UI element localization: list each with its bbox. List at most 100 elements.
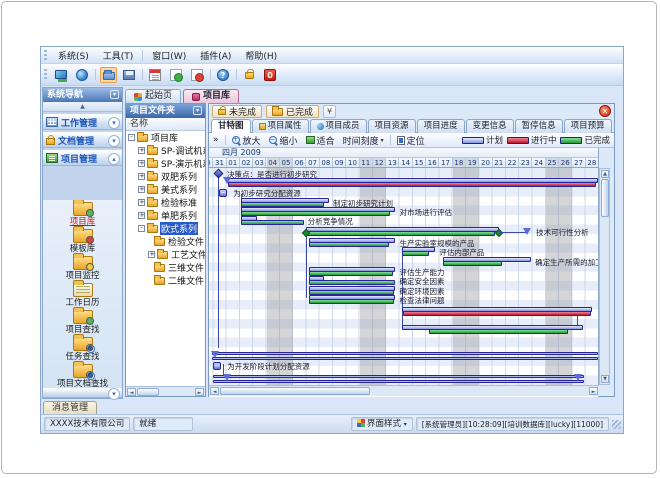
phase-bar[interactable] xyxy=(212,352,598,355)
task-node[interactable]: − xyxy=(213,362,221,370)
scroll-thumb[interactable] xyxy=(137,388,159,396)
gantt-tool-4[interactable]: 定位 xyxy=(393,134,429,147)
scroll-right-arrow[interactable]: ► xyxy=(589,387,598,395)
pin-icon[interactable]: ▾ xyxy=(110,90,119,99)
tree-node-6[interactable]: +单肥系列 xyxy=(126,209,205,222)
folder-open-icon[interactable] xyxy=(100,67,117,83)
sidebar-group-0[interactable]: 工作管理▾ xyxy=(43,114,122,130)
sidebar-item-5[interactable]: 任务查找 xyxy=(43,337,122,362)
menu-item-2[interactable]: 窗口(W) xyxy=(145,47,193,64)
doc-tab-0[interactable]: 起始页 xyxy=(125,89,181,103)
progress-bar[interactable] xyxy=(309,280,395,285)
menu-item-3[interactable]: 插件(A) xyxy=(193,47,238,64)
progress-bar[interactable] xyxy=(429,329,569,334)
tree-node-9[interactable]: +工艺文件 xyxy=(126,248,205,261)
tree-node-0[interactable]: -项目库 xyxy=(126,131,205,144)
tree-hscrollbar[interactable]: ◄ ► xyxy=(126,386,205,396)
gantt-vscrollbar[interactable]: ▲ ▼ xyxy=(599,168,610,385)
chevron-icon[interactable]: ▴ xyxy=(108,153,120,165)
detail-tab-1[interactable]: 项目属性 xyxy=(252,119,309,133)
phase-bar[interactable] xyxy=(212,357,598,360)
power-icon[interactable]: 0 xyxy=(262,67,279,83)
phase-bar[interactable] xyxy=(213,380,584,383)
scroll-left-arrow[interactable]: ◄ xyxy=(210,387,219,395)
monitor-icon[interactable] xyxy=(53,67,70,83)
tree-node-11[interactable]: 二维文件 xyxy=(126,274,205,287)
chevron-icon[interactable]: ▾ xyxy=(108,117,120,129)
window-new-icon[interactable] xyxy=(168,67,185,83)
sidebar-item-6[interactable]: 项目文档查找 xyxy=(43,364,122,389)
scroll-thumb[interactable] xyxy=(601,179,609,217)
collapse-icon[interactable]: - xyxy=(138,225,145,232)
sidebar-scroll-up[interactable]: ▲ xyxy=(43,102,122,112)
sidebar-item-4[interactable]: 项目查找 xyxy=(43,310,122,335)
sidebar-item-3[interactable]: 工作日历 xyxy=(43,283,122,308)
save-icon[interactable] xyxy=(121,67,138,83)
resize-grip[interactable] xyxy=(612,420,621,429)
tree-node-8[interactable]: 检验文件 xyxy=(126,235,205,248)
menu-item-0[interactable]: 系统(S) xyxy=(51,47,96,64)
expand-icon[interactable]: + xyxy=(138,173,145,180)
scroll-down-arrow[interactable]: ▼ xyxy=(601,375,609,383)
detail-tab-0[interactable]: 甘特图 xyxy=(211,119,251,133)
tree-node-10[interactable]: 三维文件 xyxy=(126,261,205,274)
task-node[interactable]: − xyxy=(219,189,227,197)
tree-column-header[interactable]: 名称 xyxy=(126,118,205,131)
gantt-hscrollbar[interactable]: ◄ ► xyxy=(209,385,599,396)
collapse-icon[interactable]: - xyxy=(128,134,135,141)
detail-tab-3[interactable]: 项目资源 xyxy=(368,119,416,133)
menu-item-1[interactable]: 工具(T) xyxy=(96,47,141,64)
expand-icon[interactable]: + xyxy=(138,199,145,206)
summary-inprogress-bar[interactable] xyxy=(228,182,596,187)
sidebar-item-2[interactable]: 项目监控 xyxy=(43,256,122,281)
menu-item-4[interactable]: 帮助(H) xyxy=(238,47,284,64)
progress-bar[interactable] xyxy=(241,211,390,216)
tree-node-2[interactable]: +SP-演示机系 xyxy=(126,157,205,170)
detail-tab-4[interactable]: 项目进度 xyxy=(417,119,465,133)
sidebar-group-collapsed[interactable]: ▾ xyxy=(43,388,122,398)
gantt-tool-3[interactable]: 时间刻度▾ xyxy=(339,134,388,147)
sidebar-item-0[interactable]: 项目库 xyxy=(43,202,122,227)
interface-style-button[interactable]: 界面样式 ▾ xyxy=(351,417,413,431)
progress-bar[interactable] xyxy=(402,251,429,256)
progress-bar[interactable] xyxy=(241,202,323,207)
scroll-left-arrow[interactable]: ◄ xyxy=(127,388,136,396)
sidebar-group-2[interactable]: 项目管理▴ xyxy=(43,150,122,166)
scroll-thumb[interactable] xyxy=(220,387,370,395)
message-management-tab[interactable]: 消息管理 xyxy=(43,401,97,414)
progress-bar[interactable] xyxy=(443,261,502,266)
more-filters-button[interactable]: ¥ xyxy=(323,105,336,118)
tree-node-1[interactable]: +SP-调试机系 xyxy=(126,144,205,157)
globe-icon[interactable] xyxy=(74,67,91,83)
report-calendar-icon[interactable] xyxy=(147,67,164,83)
progress-bar[interactable] xyxy=(309,299,394,304)
tree-node-3[interactable]: +双肥系列 xyxy=(126,170,205,183)
tree-node-7[interactable]: -欧式系列 xyxy=(126,222,205,235)
tree-node-5[interactable]: +检验标准 xyxy=(126,196,205,209)
tree-node-4[interactable]: +美式系列 xyxy=(126,183,205,196)
sidebar-item-1[interactable]: 模板库 xyxy=(43,229,122,254)
progress-bar[interactable] xyxy=(309,290,394,295)
phase-bar[interactable] xyxy=(213,375,584,378)
gantt-tool-1[interactable]: −缩小 xyxy=(265,134,302,147)
unfinished-filter-button[interactable]: 未完成 xyxy=(212,105,262,118)
progress-bar[interactable] xyxy=(309,242,389,247)
tab-overflow-chevron[interactable]: » xyxy=(209,134,223,147)
chevron-down-icon[interactable]: ▾ xyxy=(108,388,120,400)
expand-icon[interactable]: + xyxy=(138,160,145,167)
lock-icon[interactable] xyxy=(241,67,258,83)
summary-inprogress-bar[interactable] xyxy=(403,311,591,316)
expand-icon[interactable]: + xyxy=(138,186,145,193)
detail-tab-6[interactable]: 暂停信息 xyxy=(515,119,563,133)
expand-icon[interactable]: + xyxy=(138,147,145,154)
chevron-icon[interactable]: ▾ xyxy=(108,135,120,147)
detail-tab-7[interactable]: 项目预算 xyxy=(564,119,612,133)
finished-filter-button[interactable]: 已完成 xyxy=(266,105,319,118)
pin-icon[interactable]: ▾ xyxy=(193,106,202,115)
expand-icon[interactable]: + xyxy=(138,212,145,219)
expand-icon[interactable]: + xyxy=(148,251,155,258)
gantt-tool-2[interactable]: 适合 xyxy=(302,134,339,147)
doc-tab-1[interactable]: 项目库 xyxy=(183,89,239,103)
sidebar-group-1[interactable]: 文档管理▾ xyxy=(43,132,122,148)
detail-tab-2[interactable]: 项目成员 xyxy=(310,119,367,133)
